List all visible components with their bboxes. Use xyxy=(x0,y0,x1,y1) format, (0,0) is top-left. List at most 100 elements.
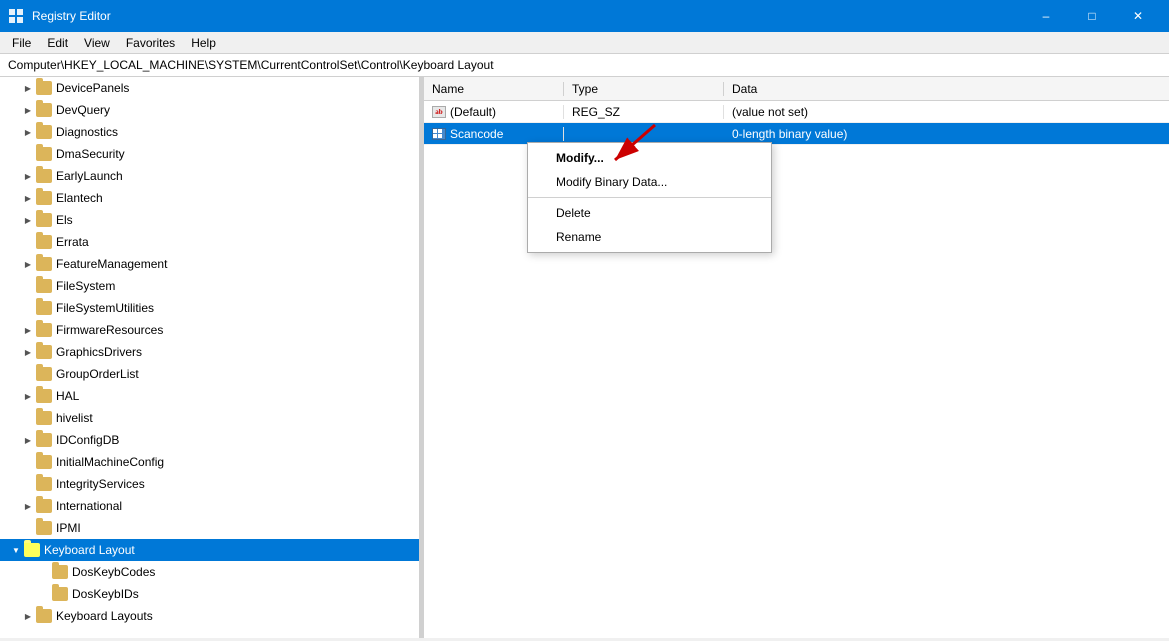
folder-icon xyxy=(24,543,40,557)
reg-binary-icon xyxy=(432,128,446,140)
expand-icon[interactable] xyxy=(20,256,36,272)
tree-panel[interactable]: DevicePanels DevQuery Diagnostics DmaSec… xyxy=(0,77,420,638)
tree-item-international[interactable]: International xyxy=(0,495,419,517)
expand-icon xyxy=(20,520,36,536)
expand-icon[interactable] xyxy=(8,542,24,558)
folder-icon xyxy=(36,147,52,161)
menu-edit[interactable]: Edit xyxy=(39,34,76,52)
tree-item-idconfigdb[interactable]: IDConfigDB xyxy=(0,429,419,451)
cell-name-scancode: Scancode xyxy=(424,127,564,141)
col-header-data: Data xyxy=(724,82,1169,96)
tree-label: Elantech xyxy=(56,191,103,205)
folder-icon xyxy=(36,213,52,227)
tree-item-integrityservices[interactable]: IntegrityServices xyxy=(0,473,419,495)
maximize-button[interactable]: □ xyxy=(1069,0,1115,32)
expand-icon xyxy=(20,300,36,316)
tree-label: DevQuery xyxy=(56,103,110,117)
folder-icon xyxy=(36,433,52,447)
tree-label: FileSystem xyxy=(56,279,115,293)
tree-item-featuremanagement[interactable]: FeatureManagement xyxy=(0,253,419,275)
expand-icon xyxy=(20,454,36,470)
tree-label: FeatureManagement xyxy=(56,257,167,271)
folder-icon xyxy=(36,301,52,315)
tree-item-elantech[interactable]: Elantech xyxy=(0,187,419,209)
tree-item-hivelist[interactable]: hivelist xyxy=(0,407,419,429)
expand-icon[interactable] xyxy=(20,80,36,96)
ctx-rename[interactable]: Rename xyxy=(528,225,771,249)
expand-icon[interactable] xyxy=(20,344,36,360)
tree-label: DosKeybIDs xyxy=(72,587,139,601)
cell-data-scancode: 0-length binary value) xyxy=(724,127,1169,141)
minimize-button[interactable]: – xyxy=(1023,0,1069,32)
menu-view[interactable]: View xyxy=(76,34,118,52)
folder-icon xyxy=(36,389,52,403)
ctx-delete[interactable]: Delete xyxy=(528,201,771,225)
tree-item-hal[interactable]: HAL xyxy=(0,385,419,407)
tree-item-keyboardlayout[interactable]: Keyboard Layout xyxy=(0,539,419,561)
tree-item-firmwareresources[interactable]: FirmwareResources xyxy=(0,319,419,341)
tree-item-doskeybids[interactable]: DosKeybIDs xyxy=(0,583,419,605)
tree-item-initialmachineconfig[interactable]: InitialMachineConfig xyxy=(0,451,419,473)
folder-icon xyxy=(36,477,52,491)
ctx-separator-1 xyxy=(528,197,771,198)
folder-icon xyxy=(36,455,52,469)
tree-item-earlylaunch[interactable]: EarlyLaunch xyxy=(0,165,419,187)
expand-icon[interactable] xyxy=(20,212,36,228)
tree-item-dmasecurity[interactable]: DmaSecurity xyxy=(0,143,419,165)
menu-bar: File Edit View Favorites Help xyxy=(0,32,1169,54)
tree-label: IntegrityServices xyxy=(56,477,145,491)
detail-row-default[interactable]: ab (Default) REG_SZ (value not set) xyxy=(424,101,1169,123)
tree-item-ipmi[interactable]: IPMI xyxy=(0,517,419,539)
tree-label: Diagnostics xyxy=(56,125,118,139)
tree-item-devicepanels[interactable]: DevicePanels xyxy=(0,77,419,99)
expand-icon[interactable] xyxy=(20,168,36,184)
tree-item-doskeybcodes[interactable]: DosKeybCodes xyxy=(0,561,419,583)
expand-icon[interactable] xyxy=(20,190,36,206)
expand-icon[interactable] xyxy=(20,102,36,118)
reg-string-icon: ab xyxy=(432,106,446,118)
folder-icon xyxy=(36,191,52,205)
menu-help[interactable]: Help xyxy=(183,34,224,52)
folder-icon xyxy=(36,499,52,513)
expand-icon[interactable] xyxy=(20,608,36,624)
ctx-modify-binary[interactable]: Modify Binary Data... xyxy=(528,170,771,194)
address-bar: Computer\HKEY_LOCAL_MACHINE\SYSTEM\Curre… xyxy=(0,54,1169,77)
tree-item-filesystem[interactable]: FileSystem xyxy=(0,275,419,297)
tree-item-errata[interactable]: Errata xyxy=(0,231,419,253)
col-header-name: Name xyxy=(424,82,564,96)
folder-icon xyxy=(36,169,52,183)
context-menu: Modify... Modify Binary Data... Delete R… xyxy=(527,142,772,253)
tree-label: DevicePanels xyxy=(56,81,129,95)
col-header-type: Type xyxy=(564,82,724,96)
menu-file[interactable]: File xyxy=(4,34,39,52)
folder-icon xyxy=(36,609,52,623)
tree-label: DmaSecurity xyxy=(56,147,125,161)
close-button[interactable]: ✕ xyxy=(1115,0,1161,32)
tree-label: IPMI xyxy=(56,521,81,535)
ctx-modify[interactable]: Modify... xyxy=(528,146,771,170)
tree-item-els[interactable]: Els xyxy=(0,209,419,231)
expand-icon xyxy=(20,146,36,162)
expand-icon[interactable] xyxy=(20,322,36,338)
expand-icon xyxy=(20,476,36,492)
folder-icon xyxy=(52,565,68,579)
tree-item-graphicsdrivers[interactable]: GraphicsDrivers xyxy=(0,341,419,363)
tree-item-devquery[interactable]: DevQuery xyxy=(0,99,419,121)
tree-label: FileSystemUtilities xyxy=(56,301,154,315)
expand-icon[interactable] xyxy=(20,388,36,404)
detail-header: Name Type Data xyxy=(424,77,1169,101)
folder-icon xyxy=(36,345,52,359)
expand-icon[interactable] xyxy=(20,432,36,448)
cell-data-default: (value not set) xyxy=(724,105,1169,119)
expand-icon xyxy=(36,586,52,602)
expand-icon[interactable] xyxy=(20,498,36,514)
window-controls: – □ ✕ xyxy=(1023,0,1161,32)
tree-item-keyboardlayouts[interactable]: Keyboard Layouts xyxy=(0,605,419,627)
folder-icon xyxy=(36,323,52,337)
expand-icon[interactable] xyxy=(20,124,36,140)
tree-item-diagnostics[interactable]: Diagnostics xyxy=(0,121,419,143)
menu-favorites[interactable]: Favorites xyxy=(118,34,183,52)
tree-label: EarlyLaunch xyxy=(56,169,123,183)
tree-item-filesystemutilities[interactable]: FileSystemUtilities xyxy=(0,297,419,319)
tree-item-grouporderlist[interactable]: GroupOrderList xyxy=(0,363,419,385)
